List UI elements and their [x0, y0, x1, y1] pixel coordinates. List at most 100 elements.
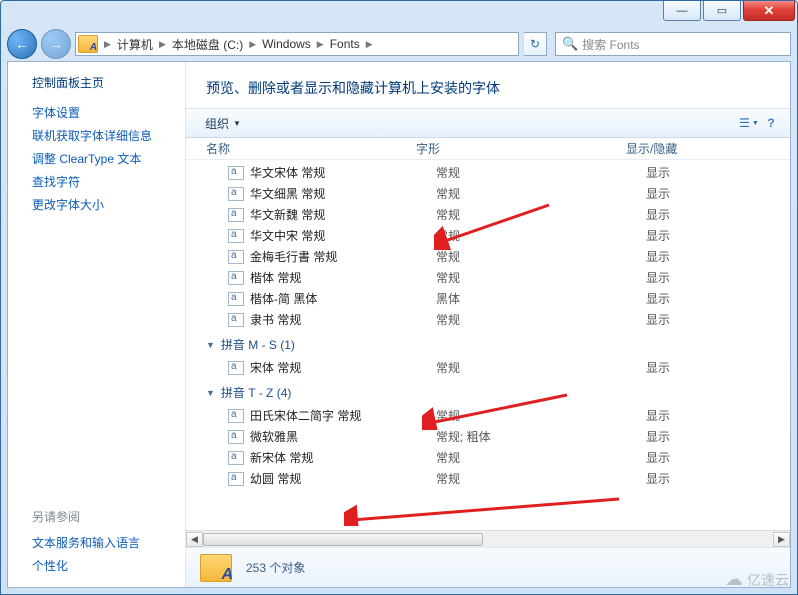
chevron-right-icon: ▶ — [364, 39, 375, 50]
watermark: ☁ 亿速云 — [725, 569, 789, 590]
group-label: 拼音 T - Z (4) — [221, 384, 291, 401]
font-row[interactable]: 田氏宋体二简字 常规常规显示 — [206, 405, 790, 426]
font-file-icon — [228, 250, 244, 264]
chevron-down-icon: ▼ — [233, 119, 241, 128]
toolbar: 组织 ▼ ☰▼ ? — [186, 108, 790, 138]
sidebar-link-cleartype[interactable]: 调整 ClearType 文本 — [32, 147, 171, 170]
sidebar-link-text-services[interactable]: 文本服务和输入语言 — [32, 531, 171, 554]
font-style: 常规 — [436, 248, 646, 265]
font-showhide: 显示 — [646, 470, 670, 487]
font-name: 田氏宋体二简字 常规 — [250, 407, 436, 424]
breadcrumb[interactable]: Fonts — [326, 33, 364, 55]
font-name: 华文中宋 常规 — [250, 227, 436, 244]
object-count: 253 个对象 — [246, 559, 305, 576]
font-row[interactable]: 金梅毛行書 常规常规显示 — [206, 246, 790, 267]
font-showhide: 显示 — [646, 206, 670, 223]
font-showhide: 显示 — [646, 290, 670, 307]
font-row[interactable]: 华文宋体 常规常规显示 — [206, 162, 790, 183]
font-showhide: 显示 — [646, 449, 670, 466]
font-name: 新宋体 常规 — [250, 449, 436, 466]
font-showhide: 显示 — [646, 185, 670, 202]
font-showhide: 显示 — [646, 428, 670, 445]
font-row[interactable]: 宋体 常规常规显示 — [206, 357, 790, 378]
column-headers: 名称 字形 显示/隐藏 — [186, 138, 790, 160]
breadcrumb[interactable]: 计算机 — [113, 33, 157, 55]
cloud-icon: ☁ — [725, 569, 743, 590]
status-bar: 253 个对象 — [186, 547, 790, 587]
group-label: 拼音 M - S (1) — [221, 336, 295, 353]
font-style: 常规 — [436, 269, 646, 286]
address-bar[interactable]: ▶ 计算机 ▶ 本地磁盘 (C:) ▶ Windows ▶ Fonts ▶ — [75, 32, 519, 56]
font-showhide: 显示 — [646, 164, 670, 181]
sidebar-link-online-fonts[interactable]: 联机获取字体详细信息 — [32, 124, 171, 147]
font-row[interactable]: 楷体 常规常规显示 — [206, 267, 790, 288]
sidebar-link-font-size[interactable]: 更改字体大小 — [32, 193, 171, 216]
watermark-text: 亿速云 — [747, 570, 789, 590]
font-row[interactable]: 华文中宋 常规常规显示 — [206, 225, 790, 246]
font-file-icon — [228, 292, 244, 306]
breadcrumb[interactable]: 本地磁盘 (C:) — [168, 33, 247, 55]
font-row[interactable]: 华文新魏 常规常规显示 — [206, 204, 790, 225]
font-style: 黑体 — [436, 290, 646, 307]
see-also-header: 另请参阅 — [32, 508, 171, 525]
forward-button[interactable]: → — [41, 29, 71, 59]
help-button[interactable]: ? — [760, 112, 782, 134]
refresh-button[interactable]: ↻ — [523, 32, 547, 56]
font-file-icon — [228, 430, 244, 444]
breadcrumb[interactable]: Windows — [258, 33, 315, 55]
triangle-down-icon: ▼ — [206, 388, 215, 398]
font-style: 常规 — [436, 359, 646, 376]
horizontal-scrollbar[interactable]: ◀ ▶ — [186, 530, 790, 547]
font-style: 常规 — [436, 470, 646, 487]
explorer-window: — ▭ ✕ ← → ▶ 计算机 ▶ 本地磁盘 (C:) ▶ Windows ▶ … — [0, 0, 798, 595]
titlebar: — ▭ ✕ — [1, 1, 797, 27]
scroll-track[interactable] — [203, 532, 773, 547]
organize-button[interactable]: 组织 ▼ — [194, 111, 252, 136]
nav-bar: ← → ▶ 计算机 ▶ 本地磁盘 (C:) ▶ Windows ▶ Fonts … — [1, 27, 797, 61]
column-name[interactable]: 名称 — [206, 140, 416, 157]
font-group-header[interactable]: ▼ 拼音 M - S (1) — [206, 330, 790, 357]
scroll-left-button[interactable]: ◀ — [186, 532, 203, 547]
font-name: 隶书 常规 — [250, 311, 436, 328]
triangle-down-icon: ▼ — [206, 340, 215, 350]
column-style[interactable]: 字形 — [416, 140, 626, 157]
forward-arrow-icon: → — [49, 36, 63, 52]
font-file-icon — [228, 229, 244, 243]
main-pane: 预览、删除或者显示和隐藏计算机上安装的字体 组织 ▼ ☰▼ ? 名称 字形 显示… — [186, 62, 790, 587]
sidebar-link-personalization[interactable]: 个性化 — [32, 554, 171, 577]
back-arrow-icon: ← — [15, 36, 29, 52]
fonts-folder-large-icon — [200, 554, 232, 582]
minimize-button[interactable]: — — [663, 1, 701, 21]
chevron-right-icon: ▶ — [157, 39, 168, 50]
font-style: 常规 — [436, 407, 646, 424]
font-file-icon — [228, 166, 244, 180]
chevron-down-icon: ▼ — [752, 120, 759, 127]
close-button[interactable]: ✕ — [743, 1, 795, 21]
font-style: 常规 — [436, 206, 646, 223]
sidebar-link-find-char[interactable]: 查找字符 — [32, 170, 171, 193]
font-group-header[interactable]: ▼ 拼音 T - Z (4) — [206, 378, 790, 405]
maximize-button[interactable]: ▭ — [703, 1, 741, 21]
font-row[interactable]: 新宋体 常规常规显示 — [206, 447, 790, 468]
back-button[interactable]: ← — [7, 29, 37, 59]
font-row[interactable]: 微软雅黑常规; 粗体显示 — [206, 426, 790, 447]
column-showhide[interactable]: 显示/隐藏 — [626, 140, 790, 157]
window-button-group: — ▭ ✕ — [663, 1, 795, 21]
search-input[interactable]: 🔍 搜索 Fonts — [555, 32, 791, 56]
sidebar-link-font-settings[interactable]: 字体设置 — [32, 101, 171, 124]
font-row[interactable]: 幼圆 常规常规显示 — [206, 468, 790, 489]
font-name: 宋体 常规 — [250, 359, 436, 376]
view-options-button[interactable]: ☰▼ — [738, 112, 760, 134]
font-row[interactable]: 华文细黑 常规常规显示 — [206, 183, 790, 204]
font-file-icon — [228, 271, 244, 285]
font-file-icon — [228, 361, 244, 375]
font-file-icon — [228, 451, 244, 465]
font-row[interactable]: 楷体-简 黑体黑体显示 — [206, 288, 790, 309]
help-icon: ? — [767, 116, 774, 130]
font-row[interactable]: 隶书 常规常规显示 — [206, 309, 790, 330]
scroll-thumb[interactable] — [203, 533, 483, 546]
scroll-right-button[interactable]: ▶ — [773, 532, 790, 547]
font-style: 常规; 粗体 — [436, 428, 646, 445]
font-list: 华文宋体 常规常规显示华文细黑 常规常规显示华文新魏 常规常规显示华文中宋 常规… — [186, 160, 790, 530]
search-placeholder: 搜索 Fonts — [582, 36, 639, 53]
